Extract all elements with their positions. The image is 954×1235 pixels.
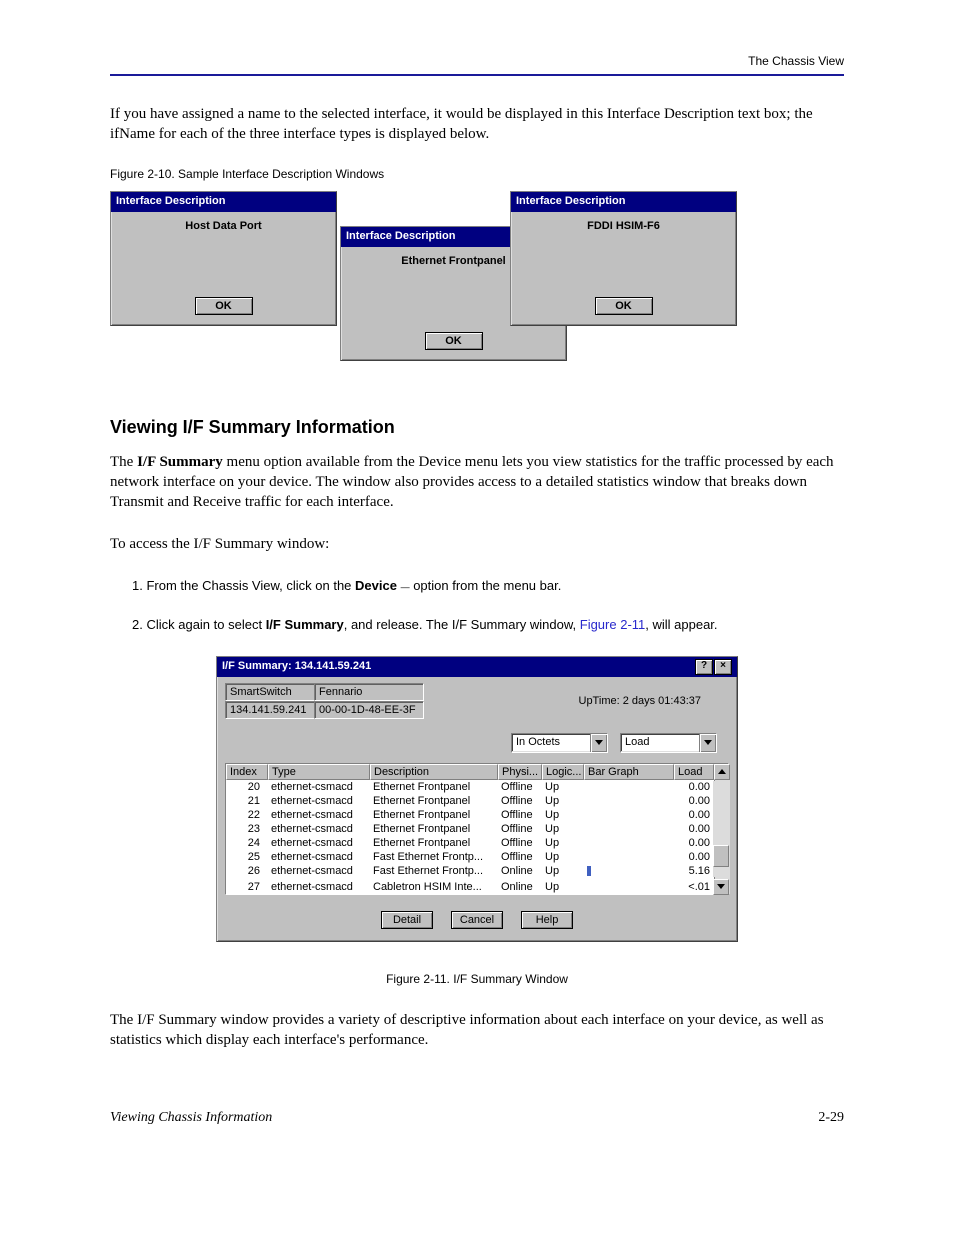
figure-label: Figure 2-10. (110, 167, 175, 181)
dialog-titlebar: Interface Description (111, 192, 336, 212)
table-row[interactable]: 26ethernet-csmacdFast Ethernet Frontp...… (226, 864, 728, 880)
body-paragraph-2: The I/F Summary menu option available fr… (110, 452, 844, 513)
col-type[interactable]: Type (268, 764, 370, 780)
col-logical[interactable]: Logic... (542, 764, 584, 780)
scroll-down-button[interactable] (713, 879, 729, 895)
summary-figure-area: I/F Summary: 134.141.59.241 ? × SmartSwi… (110, 656, 844, 942)
step-2: 2. Click again to select I/F Summary, an… (132, 616, 844, 634)
scroll-up-button[interactable] (714, 764, 730, 780)
dialog-content: FDDI HSIM-F6 (511, 212, 736, 240)
dialog-title: Interface Description (116, 194, 225, 209)
bar-graph-mark (587, 866, 591, 876)
body-paragraph-3: To access the I/F Summary window: (110, 534, 844, 554)
step-1: 1. From the Chassis View, click on the D… (132, 577, 844, 595)
table-row[interactable]: 20ethernet-csmacdEthernet FrontpanelOffl… (226, 780, 728, 794)
section-heading: Viewing I/F Summary Information (110, 417, 844, 438)
dialog-row: Interface Description Host Data Port OK … (110, 191, 844, 391)
detail-button[interactable]: Detail (381, 911, 433, 929)
footer-section: Viewing Chassis Information (110, 1110, 272, 1125)
table-row[interactable]: 21ethernet-csmacdEthernet FrontpanelOffl… (226, 794, 728, 808)
uptime-label: UpTime: 2 days 01:43:37 (579, 695, 702, 707)
stat-type-combo[interactable]: In Octets (511, 733, 608, 753)
ok-button[interactable]: OK (195, 297, 253, 315)
if-summary-titlebar: I/F Summary: 134.141.59.241 ? × (217, 657, 737, 677)
chevron-down-icon[interactable] (590, 734, 607, 752)
device-name-field: SmartSwitch (225, 683, 315, 701)
col-description[interactable]: Description (370, 764, 498, 780)
device-ip-field: 134.141.59.241 (225, 701, 315, 719)
table-row[interactable]: 25ethernet-csmacdFast Ethernet Frontp...… (226, 850, 728, 864)
dialog-title: Interface Description (516, 194, 625, 209)
display-mode-combo[interactable]: Load (620, 733, 717, 753)
chevron-down-icon[interactable] (699, 734, 716, 752)
figure-text: Sample Interface Description Windows (178, 167, 384, 181)
figure-text: I/F Summary Window (453, 972, 568, 986)
dialog-host-data-port: Interface Description Host Data Port OK (110, 191, 337, 326)
table-row[interactable]: 22ethernet-csmacdEthernet FrontpanelOffl… (226, 808, 728, 822)
if-summary-window: I/F Summary: 134.141.59.241 ? × SmartSwi… (216, 656, 738, 942)
page-footer: Viewing Chassis Information 2-29 (110, 1110, 844, 1126)
dialog-titlebar: Interface Description (511, 192, 736, 212)
col-physical[interactable]: Physi... (498, 764, 542, 780)
scrollbar-thumb[interactable] (713, 845, 729, 867)
figure-caption-1: Figure 2-10. Sample Interface Descriptio… (110, 167, 844, 181)
table-header-row: Index Type Description Physi... Logic...… (226, 764, 728, 780)
figure-caption-2: Figure 2-11. I/F Summary Window (110, 972, 844, 986)
ok-button[interactable]: OK (425, 332, 483, 350)
close-icon[interactable]: × (714, 659, 732, 675)
running-head: The Chassis View (110, 54, 844, 68)
closing-paragraph: The I/F Summary window provides a variet… (110, 1010, 844, 1051)
if-summary-header: SmartSwitch 134.141.59.241 Fennario 00-0… (217, 677, 737, 753)
figure-link[interactable]: Figure 2-11 (580, 617, 646, 632)
header-rule (110, 74, 844, 76)
interface-table: Index Type Description Physi... Logic...… (225, 763, 729, 895)
dialog-fddi: Interface Description FDDI HSIM-F6 OK (510, 191, 737, 326)
help-button[interactable]: Help (521, 911, 573, 929)
cancel-button[interactable]: Cancel (451, 911, 503, 929)
col-load[interactable]: Load (674, 764, 714, 780)
dialog-title: Interface Description (346, 229, 455, 244)
figure-label: Figure 2-11. (386, 972, 450, 986)
button-bar: Detail Cancel Help (217, 905, 737, 941)
menu-arrow-icon: — (401, 582, 410, 592)
dialog-content: Host Data Port (111, 212, 336, 240)
table-row[interactable]: 27ethernet-csmacdCabletron HSIM Inte...O… (226, 880, 728, 894)
device-mac-field: 00-00-1D-48-EE-3F (314, 701, 424, 719)
combo-text: Load (621, 734, 699, 752)
intro-paragraph: If you have assigned a name to the selec… (110, 104, 844, 145)
table-row[interactable]: 24ethernet-csmacdEthernet FrontpanelOffl… (226, 836, 728, 850)
ok-button[interactable]: OK (595, 297, 653, 315)
combo-text: In Octets (512, 734, 590, 752)
col-index[interactable]: Index (226, 764, 268, 780)
col-bargraph[interactable]: Bar Graph (584, 764, 674, 780)
help-icon[interactable]: ? (695, 659, 713, 675)
footer-page-number: 2-29 (818, 1110, 844, 1126)
table-row[interactable]: 23ethernet-csmacdEthernet FrontpanelOffl… (226, 822, 728, 836)
device-location-field: Fennario (314, 683, 424, 701)
if-summary-title: I/F Summary: 134.141.59.241 (222, 659, 371, 674)
